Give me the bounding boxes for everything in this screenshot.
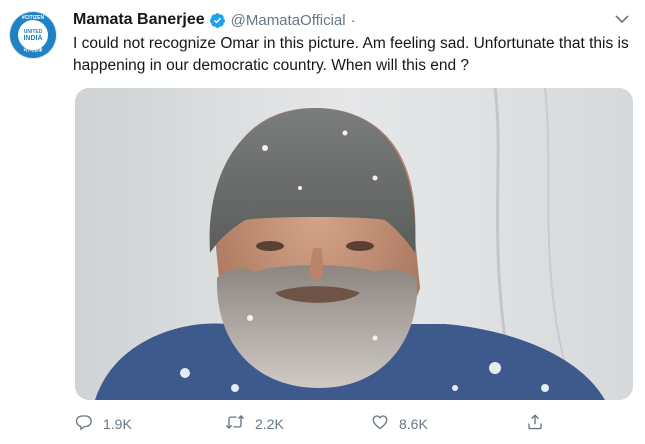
- share-icon: [526, 413, 544, 434]
- tweet-photo[interactable]: [75, 88, 633, 400]
- avatar-line2: INDIA: [23, 34, 43, 42]
- tweet-text: I could not recognize Omar in this pictu…: [73, 35, 629, 74]
- tweet-card[interactable]: #CITIZEN UNITED INDIA নাগরিক Mamata Bane…: [0, 0, 645, 444]
- tweet-actions: 1.9K 2.2K 8.6K: [75, 409, 633, 439]
- retweet-icon: [225, 413, 245, 434]
- tweet-header: Mamata Banerjee @MamataOfficial ·: [73, 9, 356, 31]
- avatar-top-text: #CITIZEN: [21, 15, 45, 21]
- user-handle[interactable]: @MamataOfficial: [231, 12, 346, 29]
- avatar-bottom-text: নাগরিক: [23, 48, 43, 54]
- heart-icon: [371, 413, 389, 434]
- reply-count: 1.9K: [103, 415, 132, 432]
- share-button[interactable]: [526, 413, 544, 434]
- like-count: 8.6K: [399, 415, 428, 432]
- chevron-down-icon[interactable]: [613, 10, 631, 28]
- reply-button[interactable]: 1.9K: [75, 413, 132, 434]
- like-button[interactable]: 8.6K: [371, 413, 428, 434]
- retweet-button[interactable]: 2.2K: [225, 413, 284, 434]
- reply-icon: [75, 413, 93, 434]
- retweet-count: 2.2K: [255, 415, 284, 432]
- display-name[interactable]: Mamata Banerjee: [73, 11, 205, 29]
- avatar-badge: #CITIZEN UNITED INDIA নাগরিক: [10, 12, 56, 58]
- avatar[interactable]: #CITIZEN UNITED INDIA নাগরিক: [8, 10, 58, 60]
- photo-illustration: [75, 88, 633, 400]
- verified-badge-icon: [209, 12, 226, 29]
- separator-dot: ·: [350, 11, 356, 29]
